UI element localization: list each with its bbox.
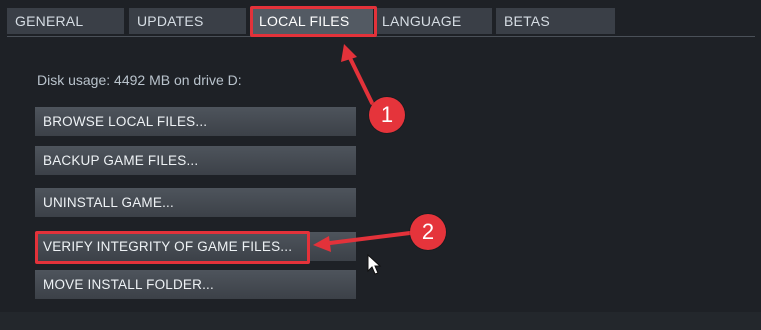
arrow-1-head <box>341 44 357 62</box>
arrow-2-head <box>313 236 331 252</box>
arrow-1-line <box>348 56 374 105</box>
step-2-callout: 2 <box>410 214 446 250</box>
annotation-arrows <box>313 44 412 275</box>
mouse-pointer-icon <box>367 253 382 275</box>
step-1-callout: 1 <box>369 97 405 133</box>
bottom-strip <box>0 312 761 330</box>
arrow-2-line <box>328 231 412 245</box>
